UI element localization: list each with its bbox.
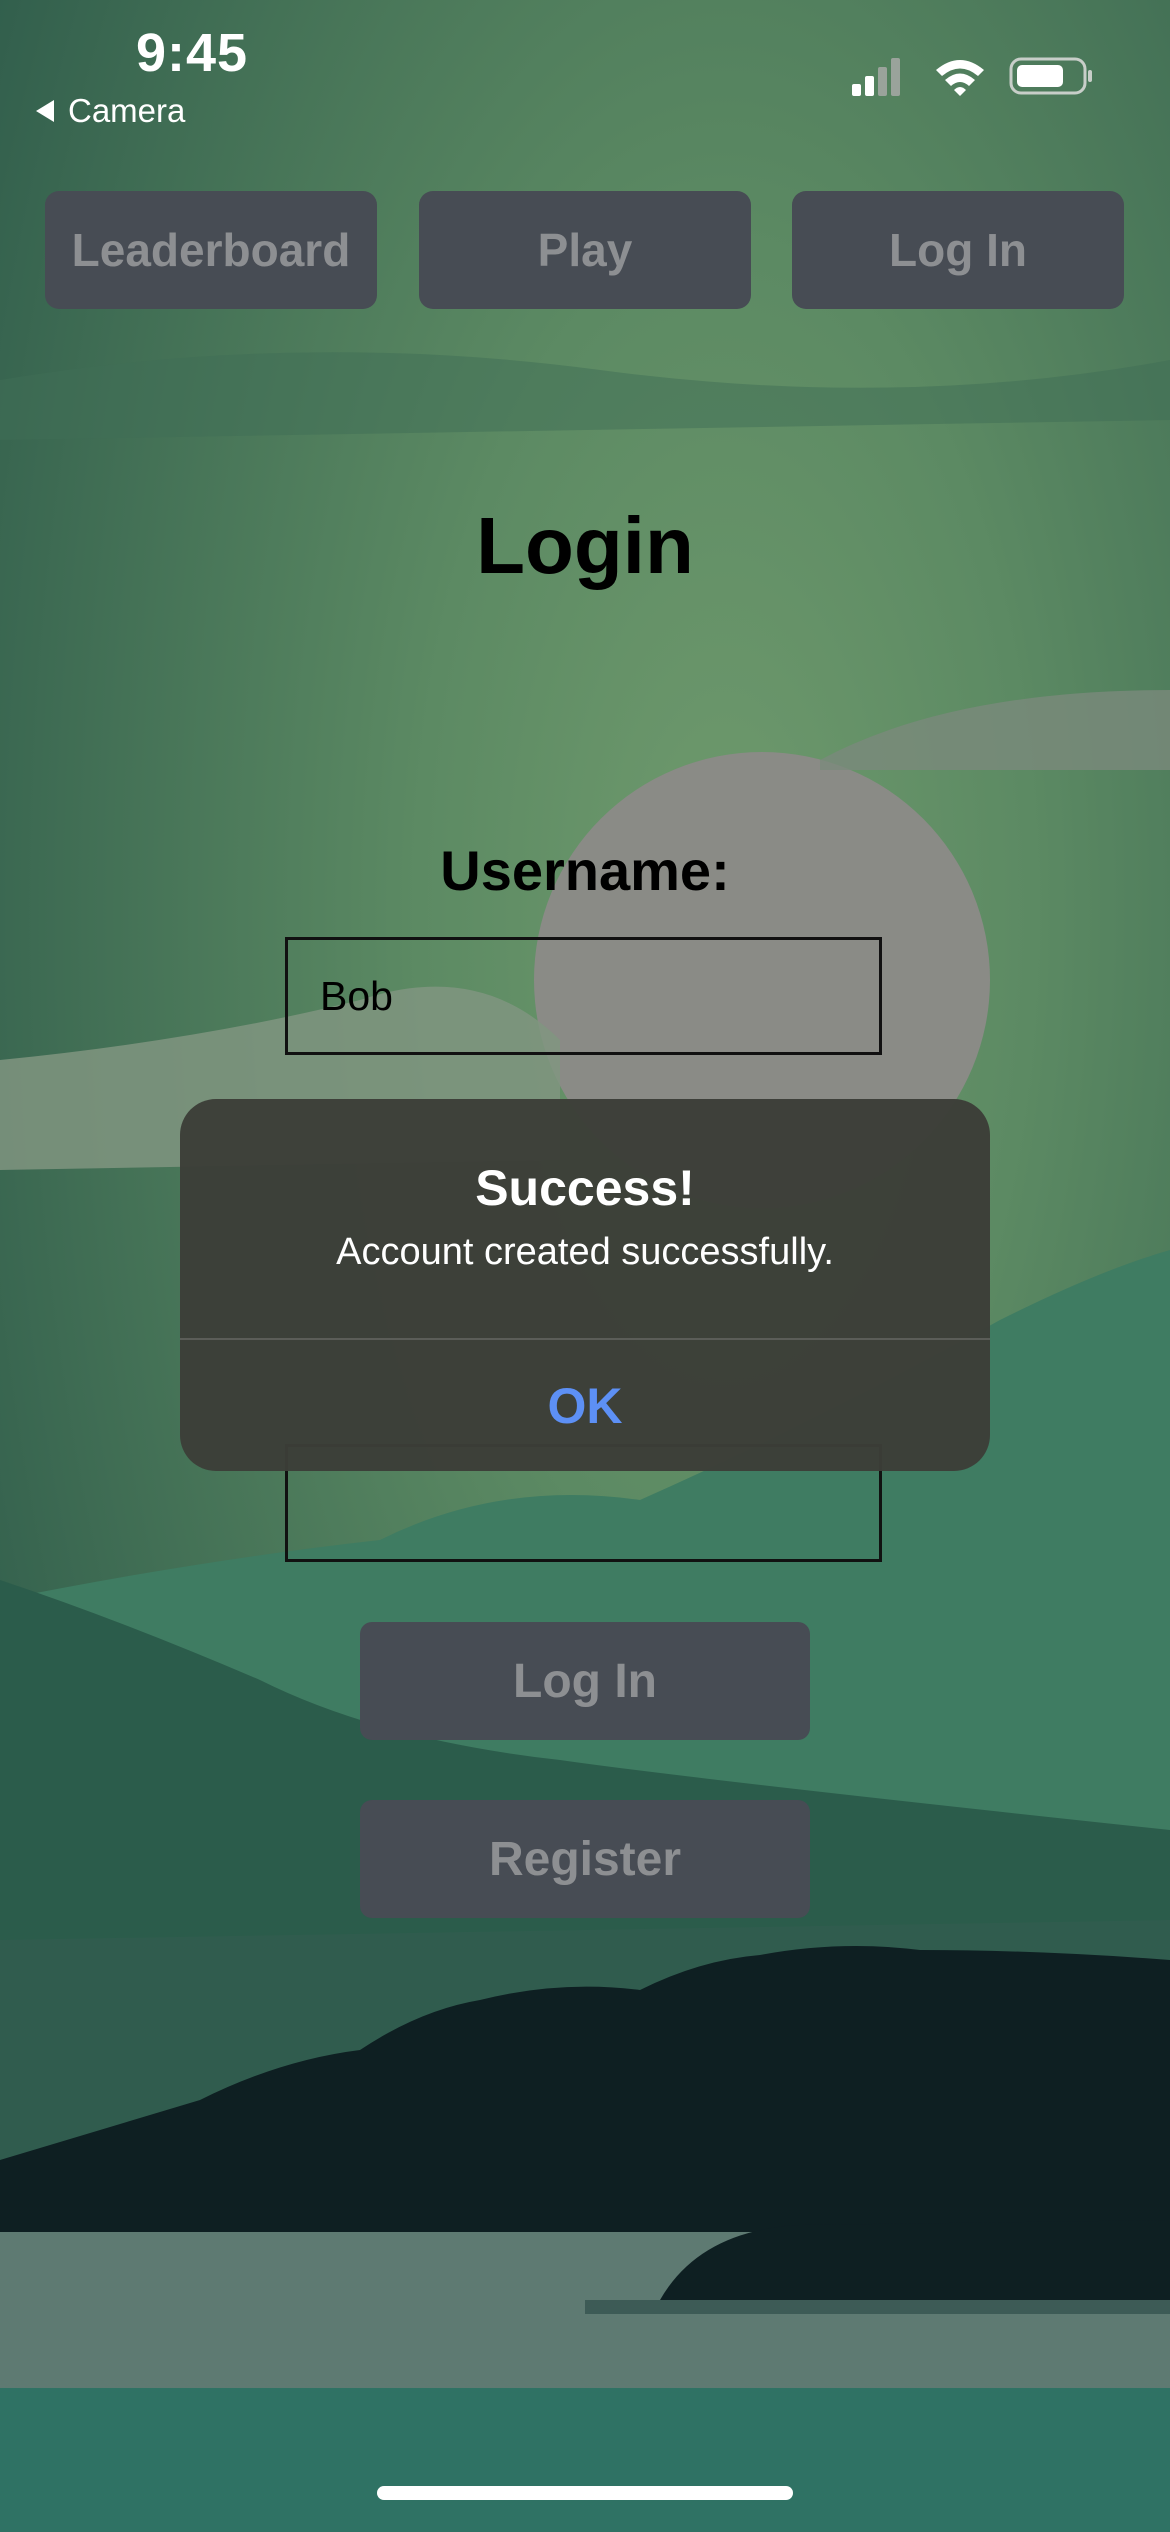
- username-input[interactable]: Bob: [285, 937, 882, 1055]
- alert-ok-button[interactable]: OK: [180, 1340, 990, 1471]
- battery-icon: [1009, 57, 1092, 95]
- status-time: 9:45: [136, 23, 249, 83]
- back-app-label: Camera: [68, 92, 186, 129]
- play-button[interactable]: Play: [419, 191, 751, 309]
- alert-title: Success!: [475, 1160, 695, 1216]
- leaderboard-button[interactable]: Leaderboard: [45, 191, 377, 309]
- nav-login-button[interactable]: Log In: [792, 191, 1124, 309]
- back-triangle-icon: [36, 100, 54, 122]
- home-indicator[interactable]: [377, 2486, 793, 2500]
- status-icons: [852, 57, 1092, 96]
- login-button[interactable]: Log In: [360, 1622, 810, 1740]
- alert-message: Account created successfully.: [336, 1231, 834, 1273]
- register-button[interactable]: Register: [360, 1800, 810, 1918]
- success-alert: Success! Account created successfully. O…: [180, 1099, 990, 1471]
- screen: 9:45 Camera Leaderboard Play Log In Logi…: [0, 0, 1170, 2532]
- cellular-signal-icon: [852, 58, 900, 96]
- back-to-app-link[interactable]: Camera: [36, 92, 185, 130]
- page-title: Login: [476, 501, 694, 590]
- username-label: Username:: [440, 839, 730, 902]
- wifi-icon: [936, 60, 984, 96]
